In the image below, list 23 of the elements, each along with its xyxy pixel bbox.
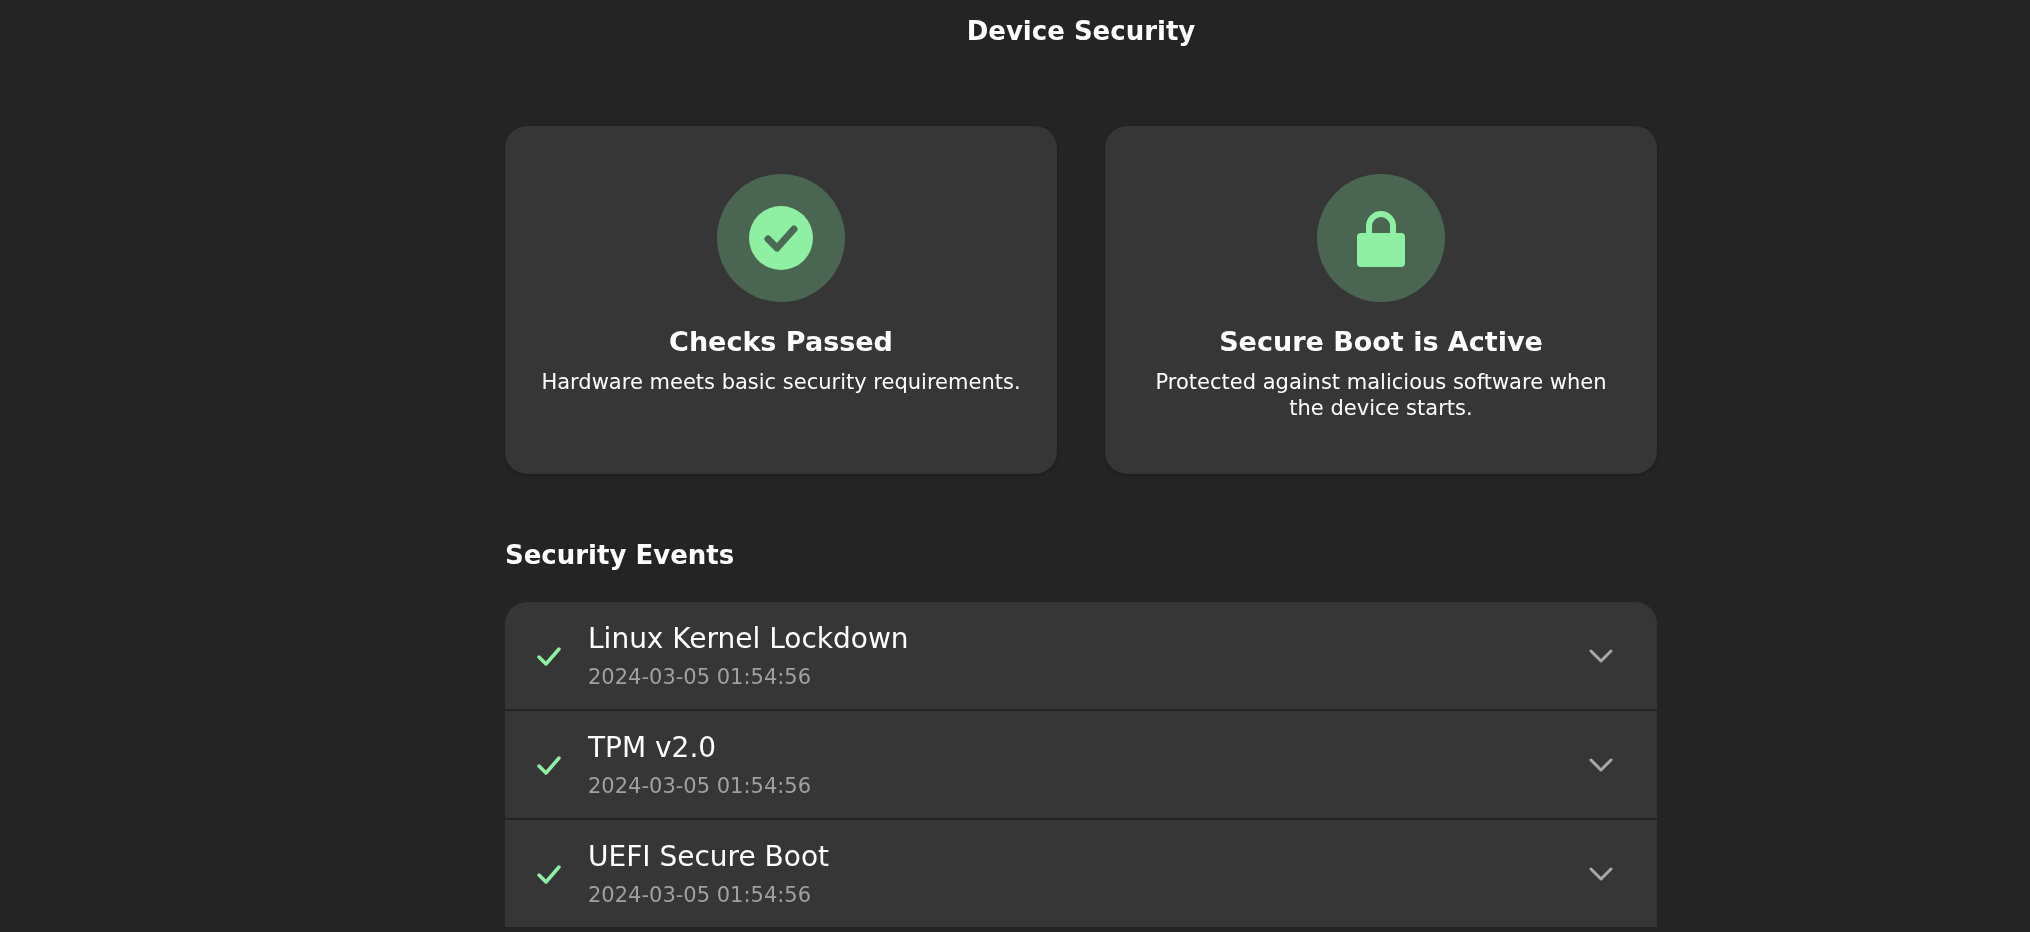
event-time: 2024-03-05 01:54:56: [588, 774, 813, 798]
checkmark-icon: [749, 206, 813, 270]
card-description: Protected against malicious software when the device starts.: [1154, 369, 1608, 421]
card-description: Hardware meets basic security requirements.: [541, 369, 1021, 395]
event-row[interactable]: UEFI Secure Boot 2024-03-05 01:54:56: [505, 820, 1657, 929]
event-name: TPM v2.0: [588, 731, 718, 764]
window-title: Device Security: [966, 16, 1196, 46]
event-time: 2024-03-05 01:54:56: [588, 883, 813, 907]
checkmark-icon: [537, 754, 561, 775]
chevron-down-icon[interactable]: [1589, 757, 1613, 772]
event-row[interactable]: Linux Kernel Lockdown 2024-03-05 01:54:56: [505, 602, 1657, 711]
event-name: UEFI Secure Boot: [588, 840, 831, 873]
event-row[interactable]: TPM v2.0 2024-03-05 01:54:56: [505, 711, 1657, 820]
chevron-down-icon[interactable]: [1589, 648, 1613, 663]
checkmark-icon: [537, 863, 561, 884]
chevron-down-icon[interactable]: [1589, 866, 1613, 881]
event-time: 2024-03-05 01:54:56: [588, 665, 813, 689]
padlock-icon: [1357, 209, 1405, 267]
section-heading: Security Events: [505, 540, 736, 570]
card-title: Secure Boot is Active: [1219, 326, 1543, 357]
checkmark-icon: [537, 645, 561, 666]
event-name: Linux Kernel Lockdown: [588, 622, 910, 655]
card-title: Checks Passed: [669, 326, 893, 357]
